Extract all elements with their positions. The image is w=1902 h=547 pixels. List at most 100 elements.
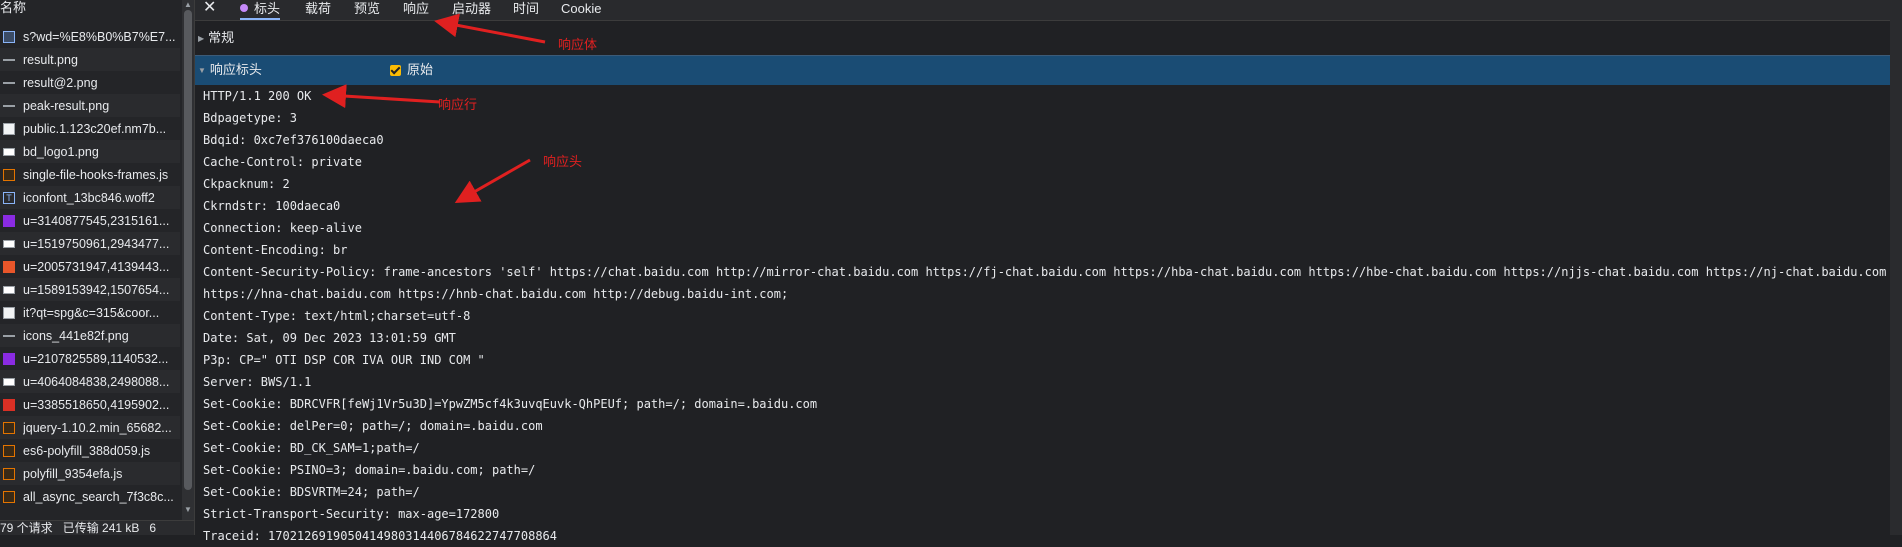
font-icon: T (3, 191, 15, 204)
request-name: result.png (23, 52, 78, 67)
image-icon (3, 81, 15, 84)
request-row[interactable]: u=3140877545,2315161... (0, 209, 180, 232)
script-icon (3, 490, 15, 503)
image-icon (3, 377, 15, 386)
image-icon (3, 352, 15, 365)
status-extra: 6 (149, 521, 157, 535)
section-general[interactable]: ▶ 常规 (195, 28, 1902, 48)
request-name: single-file-hooks-frames.js (23, 167, 169, 182)
detail-scrollbar[interactable] (1890, 20, 1902, 535)
request-row[interactable]: u=1589153942,1507654... (0, 278, 180, 301)
tab-headers[interactable]: 标头 (240, 0, 281, 20)
request-row[interactable]: it?qt=spg&c=315&coor... (0, 301, 180, 324)
request-row[interactable]: u=3385518650,4195902... (0, 393, 180, 416)
image-icon (3, 334, 15, 337)
request-row[interactable]: polyfill_9354efa.js (0, 462, 180, 485)
response-header-line: Bdqid: 0xc7ef376100daeca0 (203, 133, 384, 147)
image-icon (3, 147, 15, 156)
response-header-line: Content-Encoding: br (203, 243, 348, 257)
raw-response-headers: HTTP/1.1 200 OK Bdpagetype: 3 Bdqid: 0xc7e… (203, 85, 1893, 547)
tab-initiator[interactable]: 启动器 (452, 0, 491, 20)
raw-checkbox[interactable] (390, 65, 401, 76)
response-header-line: Strict-Transport-Security: max-age=17280… (203, 507, 500, 521)
expanded-triangle-icon: ▼ (198, 66, 206, 75)
response-header-line: Ckpacknum: 2 (203, 177, 290, 191)
image-icon (3, 398, 15, 411)
response-header-line: Set-Cookie: BDRCVFR[feWj1Vr5u3D]=YpwZM5c… (203, 397, 818, 411)
response-header-line: Content-Security-Policy: frame-ancestors… (203, 265, 1887, 279)
request-name: result@2.png (23, 75, 98, 90)
request-row[interactable]: u=4064084838,2498088... (0, 370, 180, 393)
request-list-scroll-thumb[interactable] (184, 10, 192, 490)
request-name: public.1.123c20ef.nm7b... (23, 121, 167, 136)
request-detail-panel: ✕ 标头 载荷 预览 响应 启动器 时间 Cookie ▶ 常规 ▼ 响应标头 原始… (195, 0, 1902, 543)
image-icon (3, 239, 15, 248)
response-header-line: Connection: keep-alive (203, 221, 362, 235)
request-name: u=2005731947,4139443... (23, 259, 170, 274)
request-row[interactable]: public.1.123c20ef.nm7b... (0, 117, 180, 140)
collapsed-triangle-icon: ▶ (198, 34, 205, 43)
tab-response[interactable]: 响应 (403, 0, 429, 20)
response-header-line: P3p: CP=" OTI DSP COR IVA OUR IND COM " (203, 353, 485, 367)
file-icon (3, 306, 15, 319)
scroll-down-icon[interactable]: ▼ (182, 505, 194, 515)
request-row[interactable]: all_async_search_7f3c8c... (0, 485, 180, 508)
script-icon (3, 467, 15, 480)
request-row[interactable]: Ticonfont_13bc846.woff2 (0, 186, 180, 209)
response-header-line: Set-Cookie: BD_CK_SAM=1;path=/ (203, 441, 420, 455)
request-row[interactable]: es6-polyfill_388d059.js (0, 439, 180, 462)
tab-preview[interactable]: 预览 (354, 0, 380, 20)
request-row[interactable]: u=2107825589,1140532... (0, 347, 180, 370)
response-header-line: Cache-Control: private (203, 155, 362, 169)
tab-cookie[interactable]: Cookie (561, 0, 601, 20)
request-name: u=4064084838,2498088... (23, 374, 170, 389)
section-response-headers[interactable]: ▼ 响应标头 原始 (195, 55, 1902, 85)
response-header-line: Set-Cookie: BDSVRTM=24; path=/ (203, 485, 420, 499)
status-bar: 79 个请求 已传输 241 kB 6 (0, 520, 194, 535)
response-header-line: https://hna-chat.baidu.com https://hnb-c… (203, 287, 789, 301)
image-icon (3, 58, 15, 61)
request-name: s?wd=%E8%B0%B7%E7... (23, 29, 176, 44)
file-icon (3, 122, 15, 135)
script-icon (3, 421, 15, 434)
section-general-label: 常规 (208, 30, 235, 45)
request-row[interactable]: icons_441e82f.png (0, 324, 180, 347)
request-name: polyfill_9354efa.js (23, 466, 123, 481)
scroll-up-icon[interactable]: ▲ (182, 0, 194, 10)
request-list-panel: 名称 s?wd=%E8%B0%B7%E7... result.png resul… (0, 0, 195, 535)
request-name: u=3140877545,2315161... (23, 213, 170, 228)
close-icon[interactable]: ✕ (203, 0, 219, 19)
request-name: es6-polyfill_388d059.js (23, 443, 151, 458)
annotation-response-body: 响应体 (558, 37, 598, 52)
request-row[interactable]: jquery-1.10.2.min_65682... (0, 416, 180, 439)
document-icon (3, 30, 15, 43)
request-row[interactable]: s?wd=%E8%B0%B7%E7... (0, 25, 180, 48)
tab-timing[interactable]: 时间 (513, 0, 539, 20)
image-icon (3, 214, 15, 227)
response-header-line: Set-Cookie: PSINO=3; domain=.baidu.com; … (203, 463, 536, 477)
request-count: 79 个请求 (0, 521, 53, 535)
response-header-line: Date: Sat, 09 Dec 2023 13:01:59 GMT (203, 331, 456, 345)
section-response-headers-label: 响应标头 (209, 62, 262, 77)
request-row[interactable]: bd_logo1.png (0, 140, 180, 163)
response-header-line: Ckrndstr: 100daeca0 (203, 199, 341, 213)
request-row[interactable]: result@2.png (0, 71, 180, 94)
request-name: it?qt=spg&c=315&coor... (23, 305, 160, 320)
detail-tabbar: ✕ 标头 载荷 预览 响应 启动器 时间 Cookie (195, 0, 1902, 21)
image-icon (3, 104, 15, 107)
request-row[interactable]: single-file-hooks-frames.js (0, 163, 180, 186)
script-icon (3, 168, 15, 181)
request-row[interactable]: peak-result.png (0, 94, 180, 117)
request-row[interactable]: u=1519750961,2943477... (0, 232, 180, 255)
transferred-size: 已传输 241 kB (62, 521, 140, 535)
request-name: jquery-1.10.2.min_65682... (23, 420, 172, 435)
annotation-response-header: 响应头 (543, 154, 583, 169)
request-name: u=1519750961,2943477... (23, 236, 170, 251)
name-column-header[interactable]: 名称 (0, 0, 180, 18)
tab-headers-label: 标头 (254, 1, 281, 16)
request-row[interactable]: result.png (0, 48, 180, 71)
tab-payload[interactable]: 载荷 (305, 0, 331, 20)
response-header-line: Server: BWS/1.1 (203, 375, 312, 389)
request-row[interactable]: u=2005731947,4139443... (0, 255, 180, 278)
raw-checkbox-label[interactable]: 原始 (407, 56, 433, 84)
